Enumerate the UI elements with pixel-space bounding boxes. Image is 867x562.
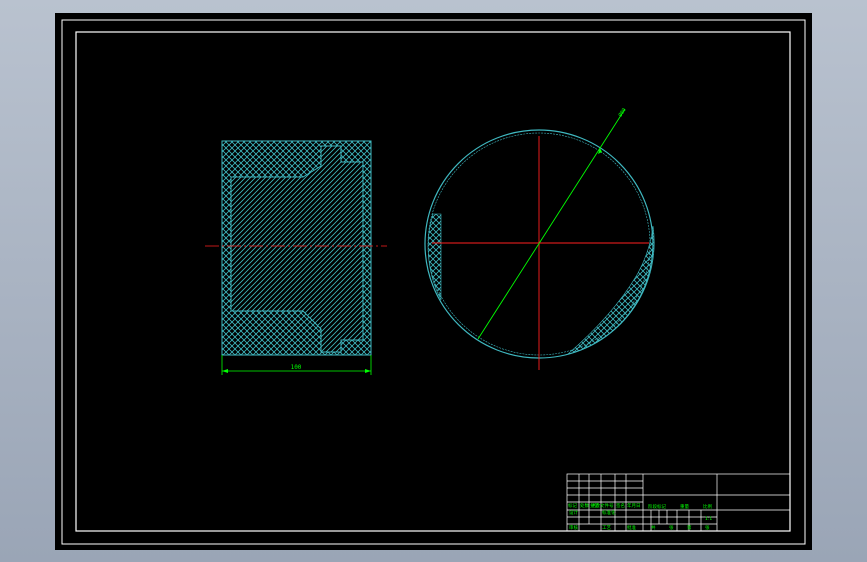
section-width-label: 100 [291, 364, 302, 371]
tb-count-label: 处数 [580, 502, 589, 509]
tb-sheet-label-a: 张 [669, 524, 674, 531]
circle-right-hatched-segment [567, 225, 655, 355]
inner-frame-border [75, 31, 791, 532]
tb-review-label: 审核 [569, 524, 578, 531]
tb-design-label: 设计 [569, 509, 578, 516]
tb-standard-label: 标准化 [602, 509, 616, 516]
tb-scale-value: 1:1 [705, 516, 712, 522]
tb-total-label: 共 [651, 524, 656, 531]
section-view[interactable]: 100 [205, 140, 387, 375]
tb-sign-label: 签名 [616, 502, 625, 509]
tb-date-label: 年月日 [627, 502, 641, 509]
circle-left-hatched-segment [427, 213, 442, 301]
tb-stage-label: 阶段标记 [648, 503, 666, 510]
tb-scale-label: 比例 [703, 503, 712, 510]
title-block[interactable] [566, 473, 791, 532]
cad-drawing-canvas: 100 Ø80 标记 处数 分区 更改文件号 签名 年月日 设计 标准化 审核 … [61, 19, 806, 545]
circle-diameter-label: Ø80 [617, 107, 628, 118]
cad-drawing-viewport[interactable]: 100 Ø80 标记 处数 分区 更改文件号 签名 年月日 设计 标准化 审核 … [55, 13, 812, 550]
title-block-text: 标记 处数 分区 更改文件号 签名 年月日 设计 标准化 审核 工艺 批准 阶段… [568, 502, 712, 531]
section-width-dimension: 100 [221, 355, 372, 375]
circle-view[interactable]: Ø80 [424, 107, 655, 370]
tb-process-label: 工艺 [602, 525, 611, 531]
tb-mark-label: 标记 [568, 502, 577, 509]
tb-sheet-label-b: 张 [705, 524, 710, 531]
tb-number-label: 第 [687, 524, 692, 531]
tb-approve-label: 批准 [627, 524, 636, 531]
tb-change-doc-label: 更改文件号 [591, 502, 614, 509]
circle-diameter-dimension: Ø80 [477, 107, 628, 340]
tb-weight-label: 重量 [680, 503, 689, 510]
